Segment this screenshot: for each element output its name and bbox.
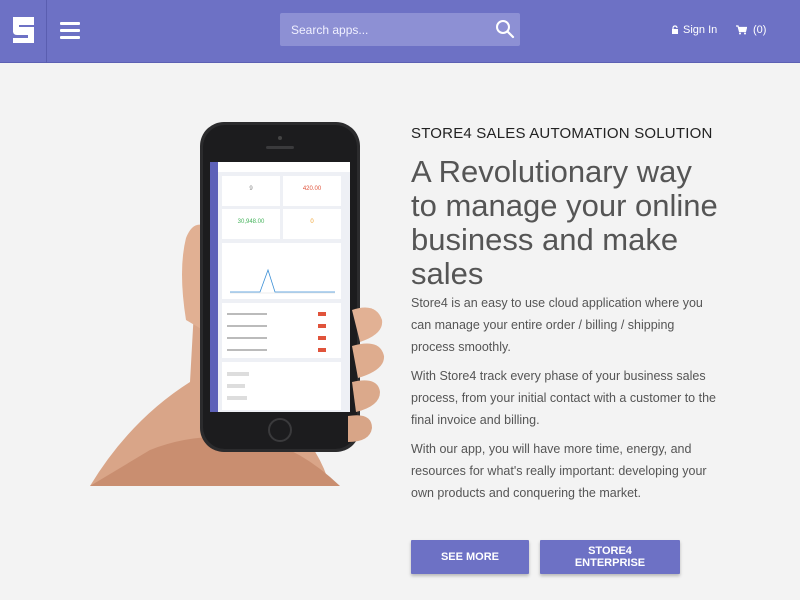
cart-count: (0) (753, 24, 767, 36)
hero-paragraph-1: Store4 is an easy to use cloud applicati… (411, 296, 703, 354)
sign-in-label: Sign In (683, 24, 718, 36)
hero-buttons: SEE MORE STORE4 ENTERPRISE (411, 540, 680, 574)
hero-content: STORE4 SALES AUTOMATION SOLUTION A Revol… (411, 124, 721, 504)
see-more-button[interactable]: SEE MORE (411, 540, 529, 574)
hero-paragraph-2: With Store4 track every phase of your bu… (411, 369, 716, 427)
lock-icon (672, 25, 678, 34)
sign-in-link[interactable]: Sign In (671, 24, 717, 36)
cart-link[interactable]: (0) (736, 24, 766, 36)
phone-stat-2: 420.00 (303, 186, 322, 192)
menu-icon[interactable] (60, 22, 80, 40)
hero-phone-image: 9 420.00 30,948.00 0 (90, 120, 390, 490)
hero-paragraph-3: With our app, you will have more time, e… (411, 442, 707, 500)
hero-headline: A Revolutionary way to manage your onlin… (411, 154, 718, 291)
search-icon[interactable] (495, 19, 515, 39)
store4-logo (13, 17, 34, 43)
top-navbar: Sign In (0) (0, 0, 800, 63)
search-bar (280, 13, 520, 46)
cart-icon (736, 25, 747, 35)
store4-enterprise-button[interactable]: STORE4 ENTERPRISE (540, 540, 680, 574)
hand-phone-illustration: 9 420.00 30,948.00 0 (90, 122, 385, 486)
search-input[interactable] (280, 13, 490, 46)
hero-eyebrow: STORE4 SALES AUTOMATION SOLUTION (411, 125, 713, 142)
logo-container[interactable] (0, 0, 47, 63)
phone-stat-3: 30,948.00 (238, 219, 265, 225)
